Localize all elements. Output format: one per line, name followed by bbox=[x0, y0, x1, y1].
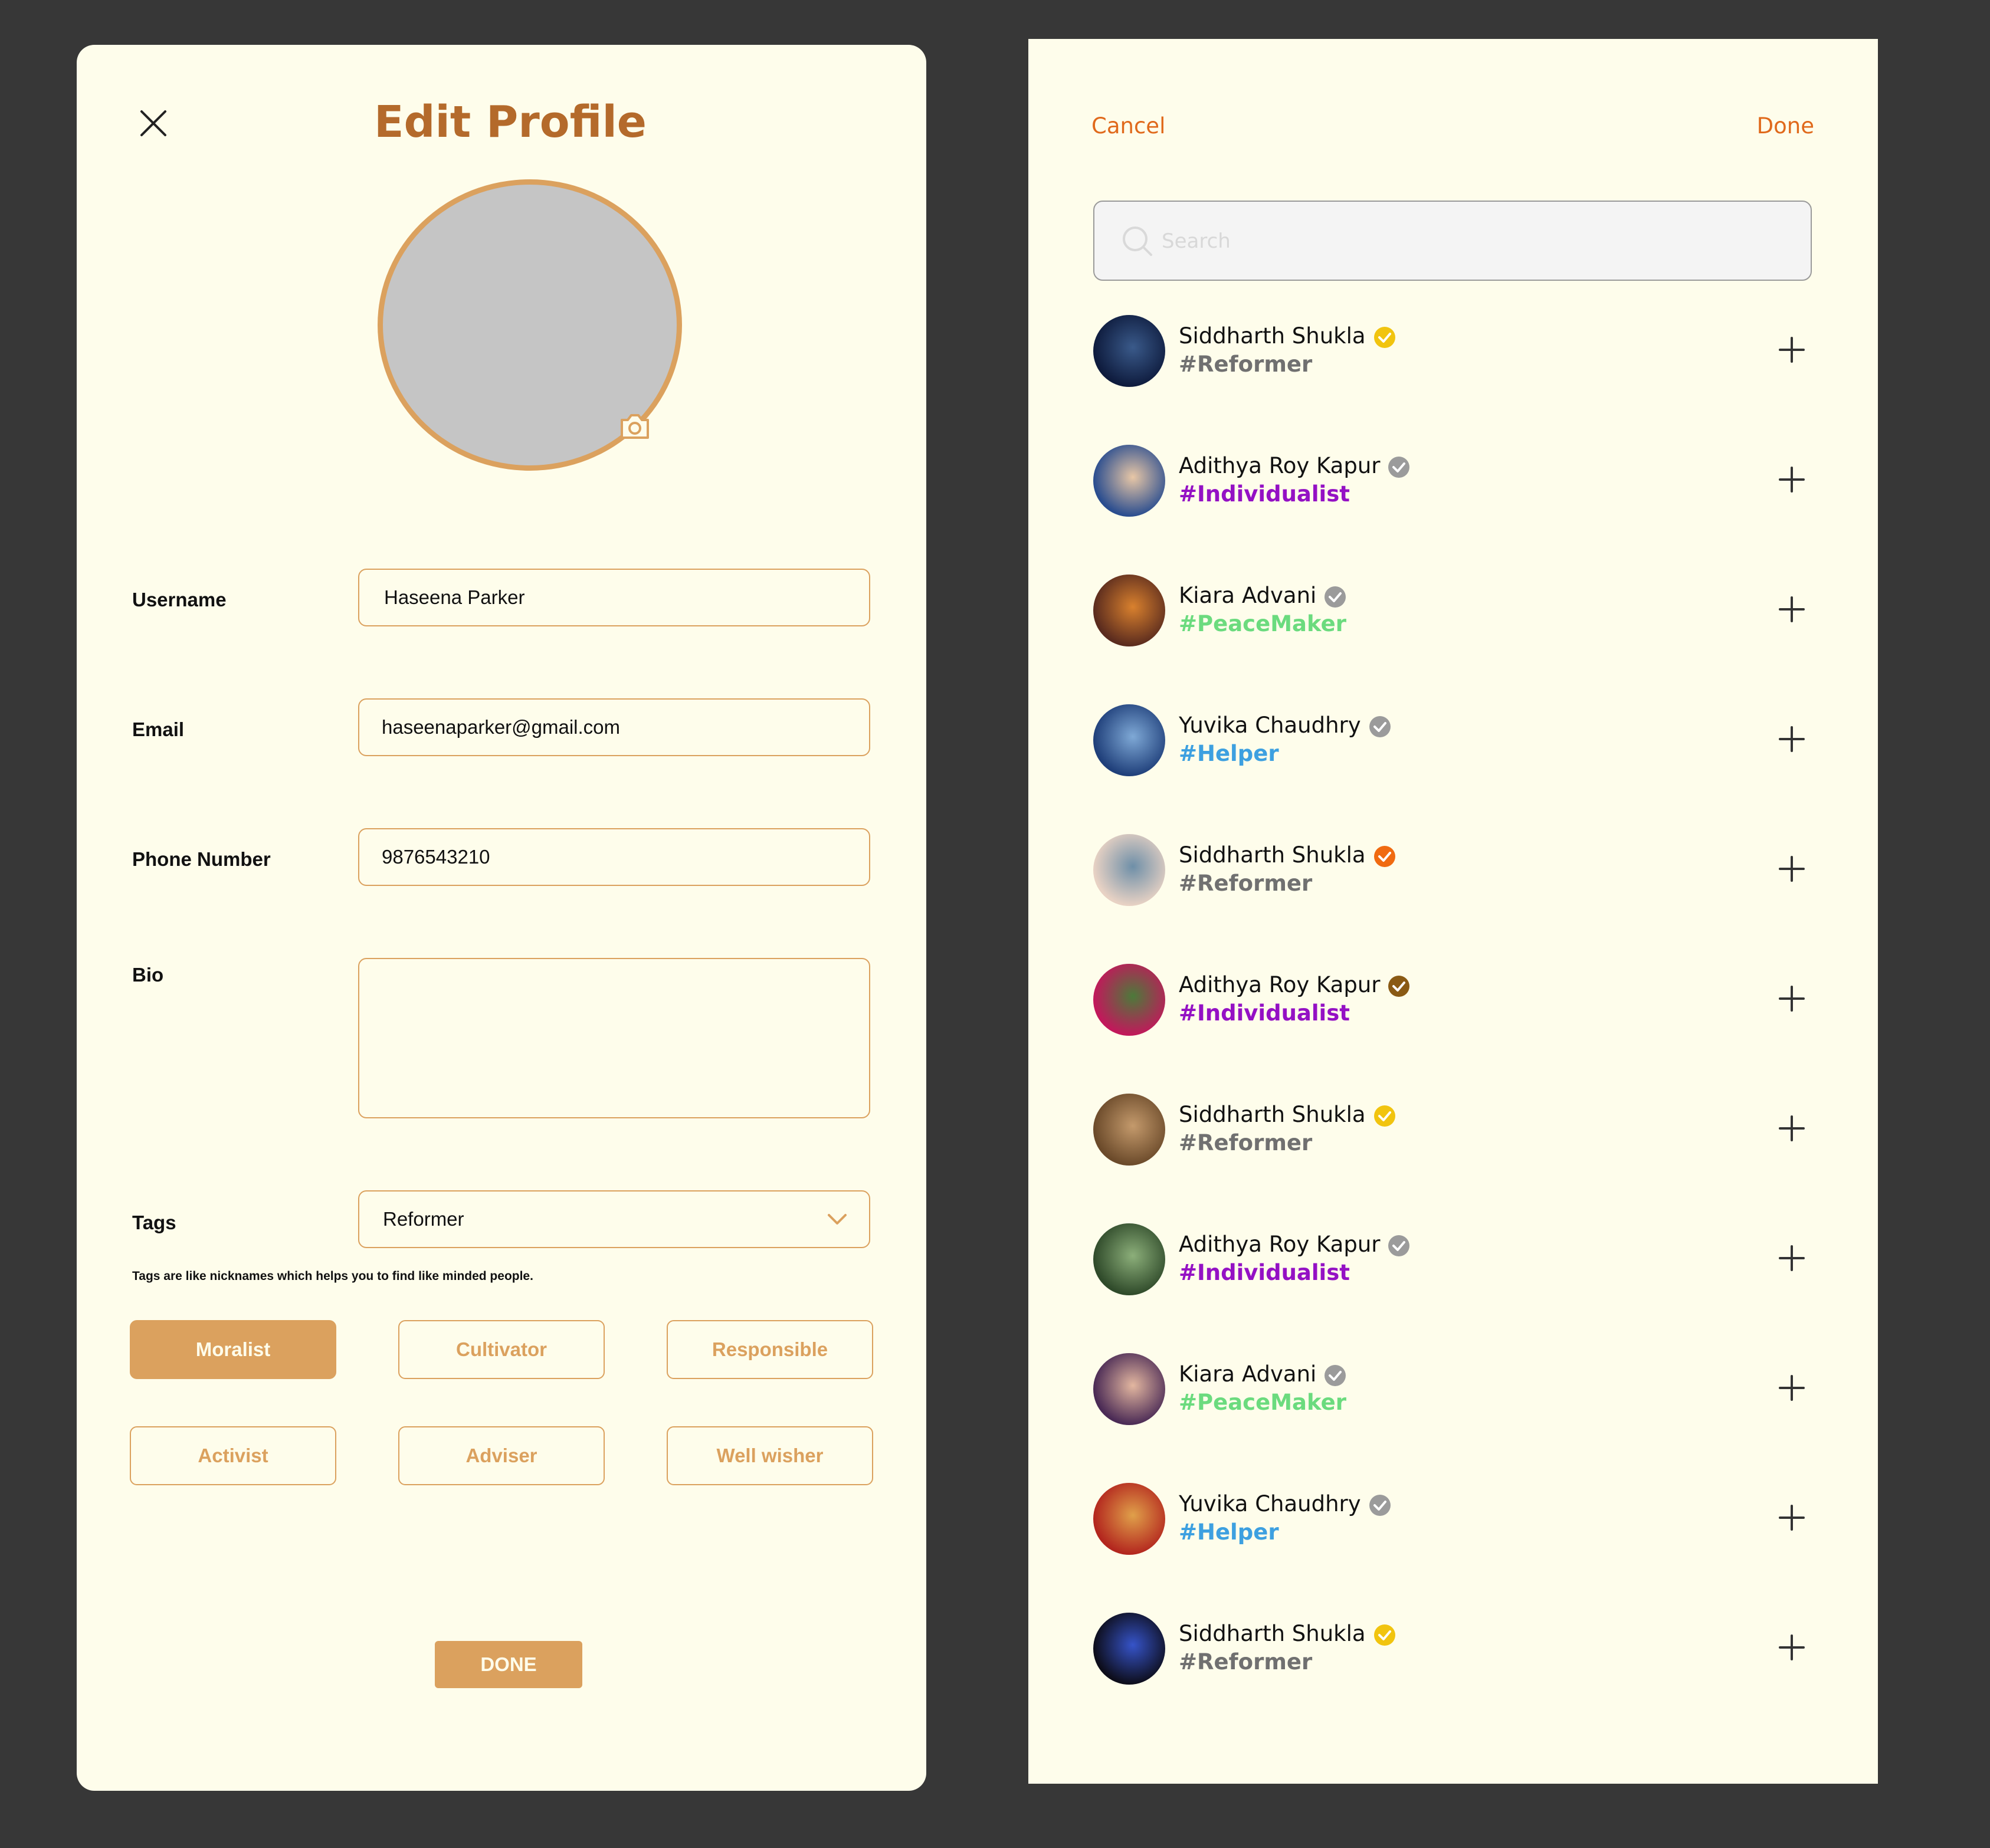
tag-chip-adviser[interactable]: Adviser bbox=[398, 1426, 605, 1485]
user-name: Siddharth Shukla bbox=[1179, 1621, 1366, 1646]
tags-label: Tags bbox=[132, 1212, 176, 1233]
user-list-item[interactable]: Adithya Roy Kapur #Individualist bbox=[1093, 1223, 1812, 1300]
tag-chip-responsible[interactable]: Responsible bbox=[667, 1320, 873, 1379]
username-label: Username bbox=[132, 589, 227, 610]
cancel-button[interactable]: Cancel bbox=[1091, 113, 1165, 139]
user-avatar bbox=[1093, 315, 1165, 387]
tags-helper-text: Tags are like nicknames which helps you … bbox=[132, 1269, 533, 1283]
user-list-item[interactable]: Siddharth Shukla #Reformer bbox=[1093, 315, 1812, 392]
verified-badge-icon bbox=[1323, 1364, 1347, 1387]
user-avatar bbox=[1093, 834, 1165, 906]
user-list-item[interactable]: Kiara Advani #PeaceMaker bbox=[1093, 575, 1812, 651]
add-icon[interactable] bbox=[1775, 1242, 1808, 1275]
verified-badge-icon bbox=[1387, 974, 1411, 998]
user-name: Siddharth Shukla bbox=[1179, 1102, 1366, 1127]
add-icon[interactable] bbox=[1775, 1631, 1808, 1664]
add-icon[interactable] bbox=[1775, 1501, 1808, 1534]
add-icon[interactable] bbox=[1775, 982, 1808, 1015]
user-list-item[interactable]: Kiara Advani #PeaceMaker bbox=[1093, 1353, 1812, 1430]
user-avatar bbox=[1093, 704, 1165, 776]
user-list-item[interactable]: Siddharth Shukla #Reformer bbox=[1093, 1094, 1812, 1170]
user-list-item[interactable]: Adithya Roy Kapur #Individualist bbox=[1093, 445, 1812, 521]
add-icon[interactable] bbox=[1775, 463, 1808, 496]
user-name: Kiara Advani bbox=[1179, 1361, 1317, 1387]
people-list-panel: Cancel Done Siddharth Shukla #Reformer Adi… bbox=[1028, 39, 1878, 1784]
username-input[interactable] bbox=[358, 569, 870, 626]
user-tag: #Helper bbox=[1179, 1519, 1279, 1545]
user-avatar bbox=[1093, 575, 1165, 646]
user-avatar bbox=[1093, 1483, 1165, 1555]
verified-badge-icon bbox=[1323, 585, 1347, 609]
done-link-button[interactable]: Done bbox=[1757, 113, 1814, 139]
email-label: Email bbox=[132, 718, 185, 740]
bio-label: Bio bbox=[132, 964, 164, 986]
verified-badge-icon bbox=[1373, 1623, 1396, 1647]
user-tag: #Individualist bbox=[1179, 1000, 1350, 1026]
user-name: Siddharth Shukla bbox=[1179, 842, 1366, 868]
user-list-item[interactable]: Yuvika Chaudhry #Helper bbox=[1093, 1483, 1812, 1560]
search-input[interactable] bbox=[1160, 219, 1788, 263]
verified-badge-icon bbox=[1373, 845, 1396, 868]
user-name: Yuvika Chaudhry bbox=[1179, 1491, 1361, 1517]
user-avatar bbox=[1093, 1353, 1165, 1425]
tags-select[interactable]: Reformer bbox=[358, 1190, 870, 1248]
phone-label: Phone Number bbox=[132, 848, 271, 870]
user-avatar bbox=[1093, 1223, 1165, 1295]
tag-chip-well-wisher[interactable]: Well wisher bbox=[667, 1426, 873, 1485]
user-tag: #Helper bbox=[1179, 741, 1279, 766]
user-name: Adithya Roy Kapur bbox=[1179, 453, 1381, 478]
add-icon[interactable] bbox=[1775, 1371, 1808, 1404]
bio-textarea[interactable] bbox=[358, 958, 870, 1118]
search-icon bbox=[1122, 225, 1153, 257]
user-tag: #Individualist bbox=[1179, 1260, 1350, 1285]
user-avatar bbox=[1093, 1094, 1165, 1166]
page-title: Edit Profile bbox=[374, 97, 647, 147]
tag-chip-activist[interactable]: Activist bbox=[130, 1426, 336, 1485]
user-avatar bbox=[1093, 964, 1165, 1036]
user-list-item[interactable]: Siddharth Shukla #Reformer bbox=[1093, 1613, 1812, 1689]
user-name: Yuvika Chaudhry bbox=[1179, 713, 1361, 738]
tag-chip-moralist[interactable]: Moralist bbox=[130, 1320, 336, 1379]
verified-badge-icon bbox=[1387, 1234, 1411, 1258]
add-icon[interactable] bbox=[1775, 333, 1808, 366]
user-tag: #Reformer bbox=[1179, 1130, 1313, 1156]
user-name: Siddharth Shukla bbox=[1179, 323, 1366, 349]
camera-icon[interactable] bbox=[618, 411, 651, 441]
add-icon[interactable] bbox=[1775, 593, 1808, 626]
add-icon[interactable] bbox=[1775, 723, 1808, 756]
user-tag: #Reformer bbox=[1179, 352, 1313, 377]
user-avatar bbox=[1093, 445, 1165, 517]
user-list-item[interactable]: Adithya Roy Kapur #Individualist bbox=[1093, 964, 1812, 1040]
user-name: Adithya Roy Kapur bbox=[1179, 972, 1381, 997]
email-input[interactable] bbox=[358, 698, 870, 756]
user-avatar bbox=[1093, 1613, 1165, 1685]
user-name: Kiara Advani bbox=[1179, 583, 1317, 608]
user-list-item[interactable]: Siddharth Shukla #Reformer bbox=[1093, 834, 1812, 911]
add-icon[interactable] bbox=[1775, 1112, 1808, 1145]
user-list-item[interactable]: Yuvika Chaudhry #Helper bbox=[1093, 704, 1812, 781]
verified-badge-icon bbox=[1373, 326, 1396, 349]
search-bar bbox=[1093, 201, 1812, 281]
phone-input[interactable] bbox=[358, 828, 870, 886]
tags-selected-value: Reformer bbox=[383, 1208, 464, 1230]
user-tag: #Reformer bbox=[1179, 871, 1313, 896]
user-tag: #Reformer bbox=[1179, 1649, 1313, 1675]
user-tag: #Individualist bbox=[1179, 481, 1350, 507]
verified-badge-icon bbox=[1387, 455, 1411, 479]
add-icon[interactable] bbox=[1775, 852, 1808, 885]
done-button[interactable]: DONE bbox=[435, 1641, 582, 1688]
verified-badge-icon bbox=[1368, 715, 1392, 738]
user-tag: #PeaceMaker bbox=[1179, 611, 1346, 636]
verified-badge-icon bbox=[1373, 1104, 1396, 1128]
tag-chip-cultivator[interactable]: Cultivator bbox=[398, 1320, 605, 1379]
user-tag: #PeaceMaker bbox=[1179, 1390, 1346, 1415]
edit-profile-panel: Edit Profile Username Email Phone Number… bbox=[77, 45, 926, 1791]
user-name: Adithya Roy Kapur bbox=[1179, 1232, 1381, 1257]
chevron-down-icon bbox=[825, 1207, 849, 1231]
verified-badge-icon bbox=[1368, 1494, 1392, 1517]
